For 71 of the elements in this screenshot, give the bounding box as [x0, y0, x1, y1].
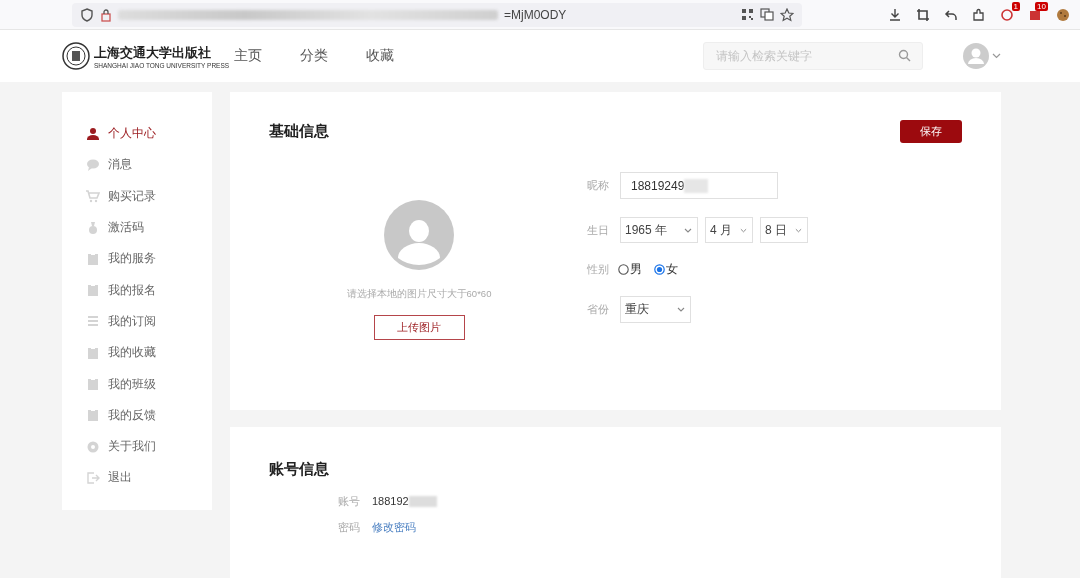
radio-label: 男 — [630, 261, 642, 278]
person-icon — [86, 126, 100, 141]
emblem-icon — [62, 42, 90, 70]
account-number: 188192 — [372, 495, 409, 507]
clipboard-icon — [86, 283, 100, 298]
chat-icon — [86, 157, 100, 172]
sidebar-item[interactable]: 我的反馈 — [86, 399, 156, 431]
logo-title: 上海交通大学出版社 — [94, 43, 212, 62]
sidebar-item[interactable]: 消息 — [86, 149, 132, 181]
chevron-down-icon — [740, 227, 747, 233]
crop-icon[interactable] — [916, 7, 930, 22]
field-label: 省份 — [587, 302, 610, 317]
radio-button[interactable] — [618, 264, 629, 275]
exit-icon — [86, 470, 100, 485]
upload-hint: 请选择本地的图片尺寸大于60*60 — [346, 288, 492, 301]
count-badge: 1 — [1011, 1, 1020, 11]
medal-icon — [86, 220, 100, 235]
url-text: =MjM0ODY — [504, 7, 567, 22]
clipboard-icon — [86, 377, 100, 391]
search-icon — [898, 49, 911, 62]
sidebar-item[interactable]: 个人中心 — [86, 118, 156, 150]
chevron-down-icon — [795, 227, 802, 233]
field-label: 生日 — [587, 222, 610, 238]
field-label: 账号 — [338, 493, 360, 509]
sidebar-item[interactable]: 我的班级 — [86, 368, 156, 400]
field-label: 性别 — [587, 262, 610, 277]
address-bar[interactable]: =MjM0ODY — [72, 2, 802, 27]
sidebar-item[interactable]: 退出 — [86, 462, 132, 494]
sidebar-item[interactable]: 我的订阅 — [86, 305, 156, 338]
sidebar-item[interactable]: 我的报名 — [86, 274, 156, 306]
radio-label: 女 — [666, 261, 678, 278]
nav-link[interactable]: 主页 — [234, 47, 262, 65]
sidebar-item[interactable]: 我的收藏 — [86, 337, 156, 369]
clipboard-icon — [86, 408, 100, 423]
undo-icon[interactable] — [944, 7, 958, 22]
count-badge: 10 — [1035, 1, 1048, 11]
field-label: 密码 — [338, 519, 360, 535]
field-label: 昵称 — [587, 178, 610, 193]
cart-icon — [86, 189, 100, 204]
gear-icon — [86, 439, 100, 454]
date-select[interactable]: 1965 年 — [620, 217, 698, 243]
avatar-placeholder-icon — [384, 200, 454, 270]
nav-link[interactable]: 分类 — [300, 47, 328, 65]
section-title: 账号信息 — [269, 460, 330, 479]
section-title: 基础信息 — [269, 122, 329, 141]
radio-button[interactable] — [654, 264, 665, 275]
sidebar-item[interactable]: 我的服务 — [86, 243, 156, 275]
province-select[interactable]: 重庆 — [620, 296, 691, 323]
download-icon[interactable] — [888, 7, 902, 22]
date-select[interactable]: 8 日 — [760, 217, 808, 243]
extension-icon[interactable] — [1000, 7, 1014, 22]
clipboard-icon — [86, 251, 100, 266]
shield-icon — [80, 7, 94, 22]
save-button[interactable]: 保存 — [900, 120, 962, 143]
change-password-link[interactable]: 修改密码 — [372, 519, 416, 535]
sidebar-item[interactable]: 关于我们 — [86, 430, 156, 463]
chevron-down-icon[interactable] — [992, 53, 1001, 59]
nav-link[interactable]: 收藏 — [366, 47, 394, 65]
qr-code-icon[interactable] — [741, 8, 754, 21]
chevron-down-icon — [677, 307, 685, 312]
clipboard-icon — [86, 345, 100, 360]
nickname-field[interactable]: 18819249 — [620, 172, 778, 199]
lock-icon — [100, 7, 112, 22]
cookie-icon[interactable] — [1056, 7, 1070, 22]
chevron-down-icon — [684, 227, 692, 233]
date-select[interactable]: 4 月 — [705, 217, 753, 243]
upload-button[interactable]: 上传图片 — [373, 315, 465, 340]
sidebar-item[interactable]: 激活码 — [86, 211, 144, 244]
star-icon[interactable] — [780, 7, 794, 22]
sidebar-item[interactable]: 购买记录 — [86, 180, 156, 212]
list-icon — [86, 314, 100, 329]
